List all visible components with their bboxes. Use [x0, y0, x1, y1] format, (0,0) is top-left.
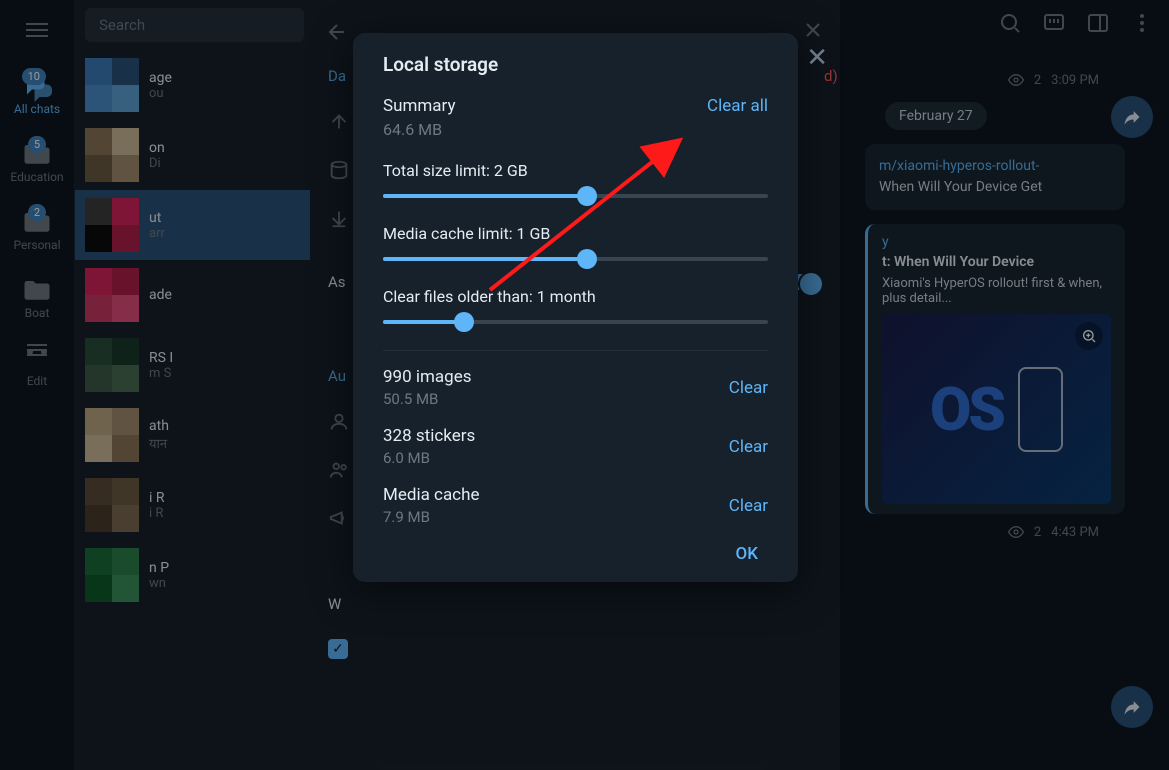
slider-thumb[interactable] [577, 186, 597, 206]
clear-button[interactable]: Clear [729, 437, 768, 457]
clear-older-slider[interactable] [383, 320, 768, 324]
item-size: 7.9 MB [383, 508, 479, 526]
clear-all-button[interactable]: Clear all [707, 96, 768, 116]
total-size-label: Total size limit: 2 GB [383, 161, 768, 180]
summary-size: 64.6 MB [383, 120, 455, 139]
clear-button[interactable]: Clear [729, 496, 768, 516]
item-size: 50.5 MB [383, 390, 472, 408]
media-cache-label: Media cache limit: 1 GB [383, 224, 768, 243]
slider-thumb[interactable] [454, 312, 474, 332]
item-name: 990 images [383, 367, 472, 387]
slider-thumb[interactable] [577, 249, 597, 269]
ok-button[interactable]: OK [726, 538, 768, 570]
total-size-slider[interactable] [383, 194, 768, 198]
item-name: Media cache [383, 485, 479, 505]
local-storage-modal: ✕ Local storage Summary 64.6 MB Clear al… [353, 33, 798, 582]
media-cache-slider[interactable] [383, 257, 768, 261]
clear-older-label: Clear files older than: 1 month [383, 287, 768, 306]
storage-item: Media cache 7.9 MB Clear [383, 485, 768, 526]
storage-item: 990 images 50.5 MB Clear [383, 367, 768, 408]
storage-item: 328 stickers 6.0 MB Clear [383, 426, 768, 467]
modal-title: Local storage [383, 53, 768, 76]
close-icon[interactable]: ✕ [806, 43, 828, 73]
clear-button[interactable]: Clear [729, 378, 768, 398]
item-name: 328 stickers [383, 426, 475, 446]
item-size: 6.0 MB [383, 449, 475, 467]
summary-label: Summary [383, 96, 455, 116]
